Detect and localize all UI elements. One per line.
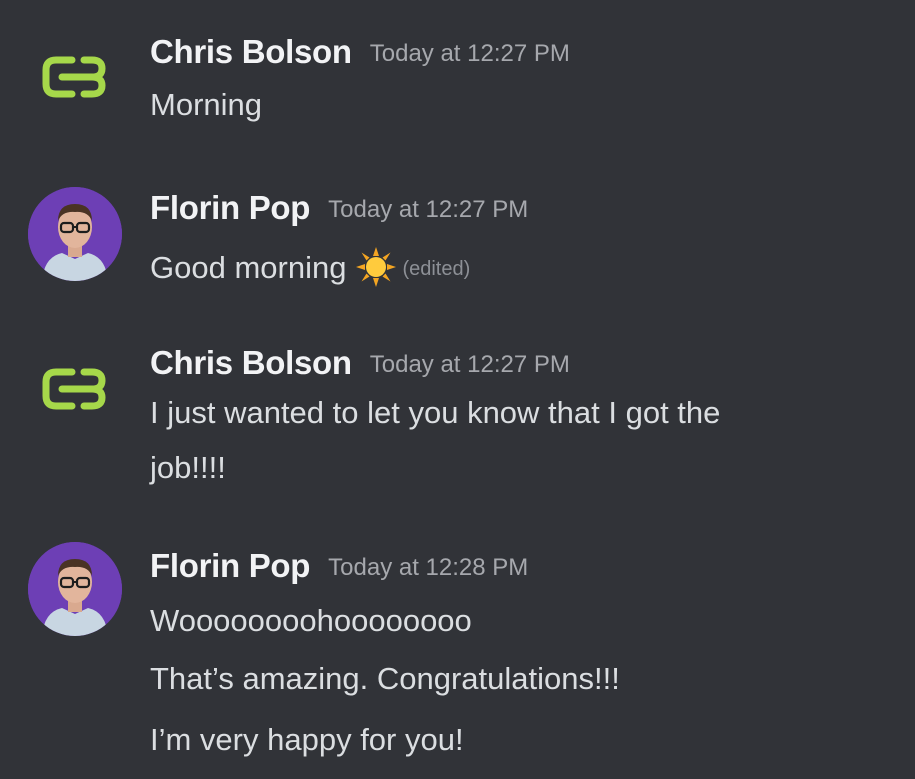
author-name[interactable]: Florin Pop <box>150 547 310 584</box>
message-text-row: Good morning (edited) <box>150 247 470 287</box>
profile-photo <box>28 187 122 281</box>
message-text: I just wanted to let you know that I got… <box>150 395 721 430</box>
author-name[interactable]: Chris Bolson <box>150 344 352 381</box>
message-header: Chris Bolson Today at 12:27 PM <box>150 344 570 382</box>
author-name[interactable]: Chris Bolson <box>150 33 352 70</box>
cb-logo-icon <box>42 56 106 98</box>
author-name[interactable]: Florin Pop <box>150 189 310 226</box>
chat-messages: Chris Bolson Today at 12:27 PM Morning Fl… <box>0 0 915 779</box>
cb-logo-icon <box>42 368 106 410</box>
avatar[interactable] <box>28 187 122 281</box>
timestamp[interactable]: Today at 12:27 PM <box>370 40 570 67</box>
message-text: I’m very happy for you! <box>150 722 464 757</box>
timestamp[interactable]: Today at 12:28 PM <box>328 554 528 581</box>
sun-emoji-icon <box>356 247 397 287</box>
avatar[interactable] <box>28 342 122 436</box>
message-header: Florin Pop Today at 12:27 PM <box>150 189 528 227</box>
message-text: Woooooooohoooooooo <box>150 603 472 638</box>
timestamp[interactable]: Today at 12:27 PM <box>328 196 528 223</box>
message-header: Florin Pop Today at 12:28 PM <box>150 547 528 585</box>
message-header: Chris Bolson Today at 12:27 PM <box>150 33 570 71</box>
message-text: job!!!! <box>150 450 226 485</box>
avatar[interactable] <box>28 542 122 636</box>
avatar[interactable] <box>28 30 122 124</box>
edited-label: (edited) <box>402 258 471 280</box>
message-text: Good morning <box>150 250 347 285</box>
message-text: Morning <box>150 87 262 122</box>
timestamp[interactable]: Today at 12:27 PM <box>370 351 570 378</box>
message-text: That’s amazing. Congratulations!!! <box>150 661 620 696</box>
profile-photo <box>28 542 122 636</box>
